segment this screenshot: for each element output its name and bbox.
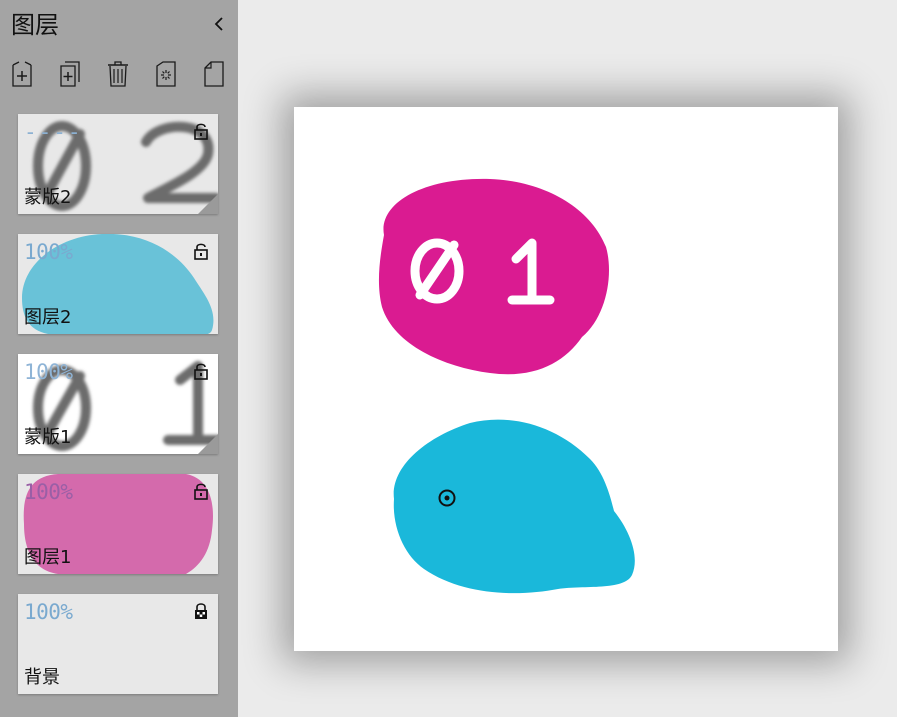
- layer-name: 蒙版2: [24, 187, 72, 208]
- layer-opacity: 100%: [24, 240, 73, 264]
- clear-layer-icon: [156, 61, 176, 87]
- add-layer-button[interactable]: [9, 58, 35, 90]
- chevron-left-icon: [214, 17, 223, 31]
- layer-opacity: 100%: [24, 480, 73, 504]
- collapse-panel-button[interactable]: [208, 12, 230, 36]
- layer-item-background[interactable]: 100% 背景: [18, 594, 218, 694]
- layer-item-layer1[interactable]: 100% 图层1: [18, 474, 218, 574]
- duplicate-layer-icon: [60, 61, 80, 87]
- layer-toolbar: [0, 58, 238, 90]
- clear-layer-button[interactable]: [153, 58, 179, 90]
- layer-item-mask2[interactable]: ---- 蒙版2: [18, 114, 218, 214]
- add-layer-icon: [12, 61, 32, 87]
- cyan-shape: [393, 419, 635, 594]
- brush-cursor-icon: [438, 489, 456, 507]
- unlock-icon[interactable]: [193, 362, 209, 380]
- unlock-icon[interactable]: [193, 482, 209, 500]
- canvas-artwork: [378, 178, 635, 594]
- layer-opacity: 100%: [24, 600, 73, 624]
- unlock-icon[interactable]: [193, 122, 209, 140]
- layer-name: 图层1: [24, 547, 72, 568]
- layer-item-layer2[interactable]: 100% 图层2: [18, 234, 218, 334]
- panel-title: 图层: [11, 11, 59, 39]
- new-page-button[interactable]: [201, 58, 227, 90]
- unlock-icon[interactable]: [193, 242, 209, 260]
- layer-name: 背景: [24, 667, 60, 688]
- layer-name: 蒙版1: [24, 427, 72, 448]
- duplicate-layer-button[interactable]: [57, 58, 83, 90]
- layer-opacity: 100%: [24, 360, 73, 384]
- layers-panel: 图层 ---- 蒙版2 100% 图层2 100% 蒙版1 100% 图层1 1…: [0, 0, 238, 717]
- delete-layer-button[interactable]: [105, 58, 131, 90]
- lock-icon[interactable]: [193, 602, 209, 620]
- layer-opacity: ----: [24, 120, 83, 144]
- copy-page-icon: [204, 61, 224, 87]
- trash-icon: [108, 61, 128, 87]
- layer-name: 图层2: [24, 307, 72, 328]
- layer-item-mask1[interactable]: 100% 蒙版1: [18, 354, 218, 454]
- drawing-canvas[interactable]: [294, 107, 838, 651]
